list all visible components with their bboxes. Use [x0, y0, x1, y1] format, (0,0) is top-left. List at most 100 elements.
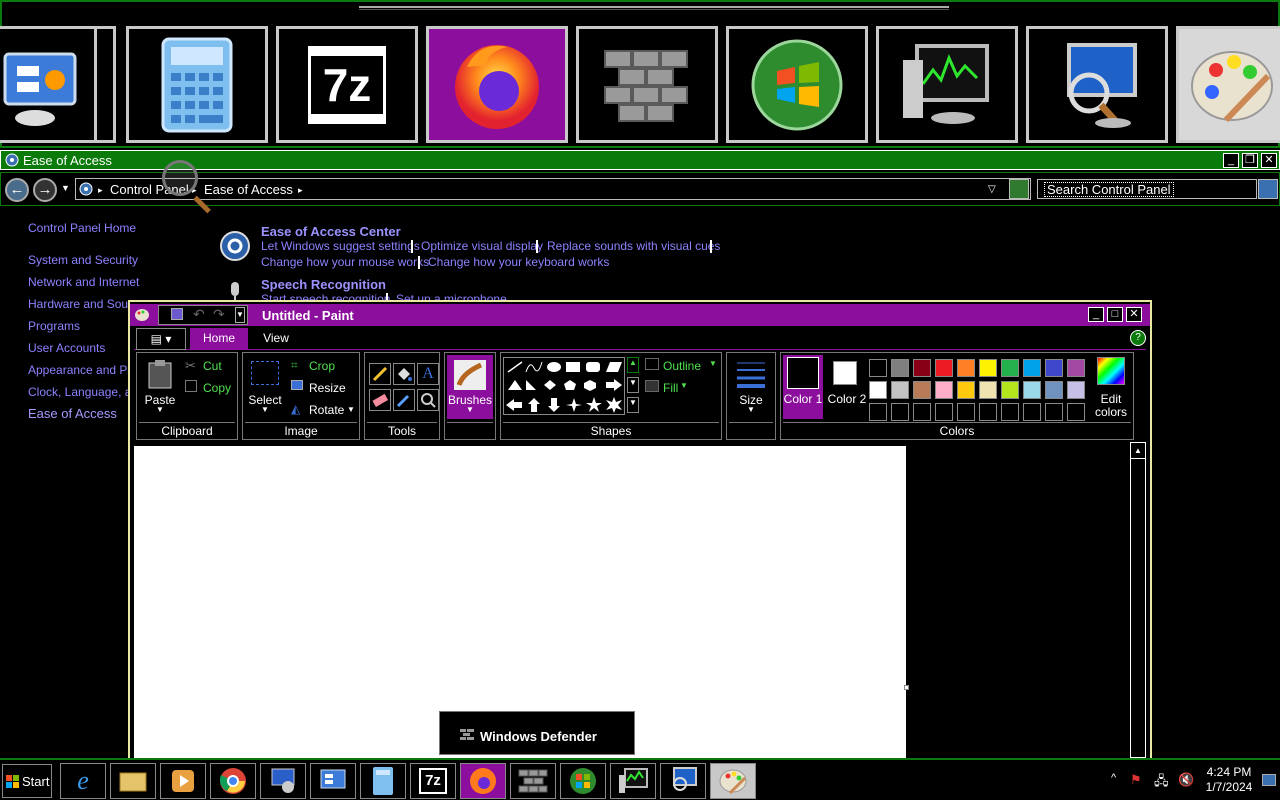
- text-tool-icon[interactable]: A: [417, 363, 439, 385]
- paint-close-button[interactable]: ✕: [1126, 307, 1142, 322]
- paste-dropdown[interactable]: ▼: [141, 405, 179, 414]
- brushes-dropdown[interactable]: ▼: [445, 405, 495, 414]
- vertical-scrollbar[interactable]: ▲: [1130, 442, 1146, 758]
- palette-swatch[interactable]: [1001, 359, 1019, 377]
- sidebar-item-home[interactable]: Control Panel Home: [28, 221, 136, 235]
- sidebar-item-system-security[interactable]: System and Security: [28, 253, 138, 267]
- shapes-scroll-down[interactable]: ▼: [627, 377, 639, 393]
- taskbar-internet-explorer[interactable]: e: [60, 763, 106, 799]
- sidebar-item-programs[interactable]: Programs: [28, 319, 80, 333]
- paint-titlebar[interactable]: ↶ ↷ ▼ Untitled - Paint _ □ ✕: [130, 304, 1150, 326]
- fill-bucket-icon[interactable]: [393, 363, 415, 385]
- palette-swatch[interactable]: [1045, 359, 1063, 377]
- forward-button[interactable]: →: [33, 178, 57, 202]
- search-icon[interactable]: [1258, 179, 1278, 199]
- fill-button[interactable]: Fill: [663, 381, 678, 395]
- link-replace-sounds[interactable]: Replace sounds with visual cues: [547, 239, 720, 253]
- color2-button[interactable]: Color 2: [827, 355, 867, 419]
- sidebar-item-clock[interactable]: Clock, Language, and Region: [28, 385, 128, 399]
- help-icon[interactable]: ?: [1130, 330, 1146, 346]
- thumb-paint[interactable]: [1176, 26, 1280, 143]
- minimize-button[interactable]: _: [1223, 153, 1239, 168]
- restore-button[interactable]: ❐: [1242, 153, 1258, 168]
- sidebar-item-appearance[interactable]: Appearance and Personalization: [28, 363, 128, 377]
- palette-swatch[interactable]: [979, 381, 997, 399]
- palette-empty-swatch[interactable]: [891, 403, 909, 421]
- thumb-firewall[interactable]: [576, 26, 718, 143]
- brushes-group[interactable]: Brushes ▼: [444, 352, 496, 440]
- link-keyboard[interactable]: Change how your keyboard works: [428, 255, 609, 269]
- select-dropdown[interactable]: ▼: [245, 405, 285, 414]
- taskbar-media-player[interactable]: [160, 763, 206, 799]
- link-mouse[interactable]: Change how your mouse works: [261, 255, 429, 269]
- fill-dropdown[interactable]: ▼: [680, 381, 688, 390]
- crop-button[interactable]: Crop: [309, 359, 335, 373]
- taskbar-control-panel[interactable]: [310, 763, 356, 799]
- shapes-expand[interactable]: ▼: [627, 397, 639, 413]
- back-button[interactable]: ←: [5, 178, 29, 202]
- taskbar-network[interactable]: [260, 763, 306, 799]
- rotate-button[interactable]: Rotate: [309, 403, 344, 417]
- size-group[interactable]: Size ▼: [726, 352, 776, 440]
- eraser-icon[interactable]: [369, 389, 391, 411]
- resize-button[interactable]: Resize: [309, 381, 346, 395]
- ease-of-access-center-title[interactable]: Ease of Access Center: [261, 224, 401, 239]
- thumb-performance-monitor[interactable]: [876, 26, 1018, 143]
- palette-empty-swatch[interactable]: [1045, 403, 1063, 421]
- palette-swatch[interactable]: [957, 381, 975, 399]
- switcher-scrollbar[interactable]: [359, 6, 949, 10]
- address-dropdown[interactable]: ▽: [988, 184, 996, 195]
- edit-colors-button[interactable]: Edit colors: [1091, 355, 1131, 419]
- show-hidden-icons-button[interactable]: ^: [1111, 772, 1116, 784]
- chevron-icon[interactable]: ▸: [298, 185, 303, 196]
- pencil-icon[interactable]: [369, 363, 391, 385]
- taskbar-remote-desktop[interactable]: [660, 763, 706, 799]
- sidebar-item-network[interactable]: Network and Internet: [28, 275, 139, 289]
- palette-swatch[interactable]: [1023, 359, 1041, 377]
- shapes-gallery[interactable]: [503, 357, 625, 415]
- speech-recognition-title[interactable]: Speech Recognition: [261, 277, 386, 292]
- paint-maximize-button[interactable]: □: [1107, 307, 1123, 322]
- rotate-dropdown[interactable]: ▼: [347, 405, 355, 414]
- chevron-icon[interactable]: ▸: [98, 185, 103, 196]
- palette-swatch[interactable]: [935, 359, 953, 377]
- sidebar-item-ease-of-access[interactable]: Ease of Access: [28, 406, 117, 421]
- scroll-up-arrow[interactable]: ▲: [1131, 443, 1145, 459]
- taskbar-firefox[interactable]: [460, 763, 506, 799]
- undo-icon[interactable]: ↶: [193, 306, 205, 323]
- thumb-7zip[interactable]: 7z: [276, 26, 418, 143]
- thumb-calculator[interactable]: [126, 26, 268, 143]
- customize-toolbar-dropdown[interactable]: ▼: [235, 307, 245, 323]
- link-suggest-settings[interactable]: Let Windows suggest settings: [261, 239, 420, 253]
- action-center-icon[interactable]: ⚑: [1130, 772, 1142, 788]
- taskbar-7zip[interactable]: 7z: [410, 763, 456, 799]
- tab-home[interactable]: Home: [190, 328, 248, 350]
- palette-empty-swatch[interactable]: [869, 403, 887, 421]
- shapes-scroll-up[interactable]: ▲: [627, 357, 639, 373]
- address-bar[interactable]: ▸ Control Panel ▸ Ease of Access ▸ ▽: [75, 178, 1031, 200]
- sidebar-item-user-accounts[interactable]: User Accounts: [28, 341, 105, 355]
- file-menu-button[interactable]: ▤ ▾: [136, 328, 186, 350]
- magnifier-tool-icon[interactable]: [417, 389, 439, 411]
- recent-pages-dropdown[interactable]: ▼: [61, 183, 70, 193]
- palette-swatch[interactable]: [891, 381, 909, 399]
- taskbar-calculator[interactable]: [360, 763, 406, 799]
- palette-swatch[interactable]: [1045, 381, 1063, 399]
- taskbar-performance-monitor[interactable]: [610, 763, 656, 799]
- breadcrumb-ease-of-access[interactable]: Ease of Access: [204, 182, 293, 197]
- palette-empty-swatch[interactable]: [957, 403, 975, 421]
- palette-empty-swatch[interactable]: [979, 403, 997, 421]
- paint-minimize-button[interactable]: _: [1088, 307, 1104, 322]
- palette-empty-swatch[interactable]: [935, 403, 953, 421]
- thumb-control-panel[interactable]: [0, 26, 100, 143]
- palette-empty-swatch[interactable]: [1023, 403, 1041, 421]
- start-button[interactable]: Start: [2, 764, 52, 798]
- palette-swatch[interactable]: [979, 359, 997, 377]
- taskbar-firewall[interactable]: [510, 763, 556, 799]
- show-desktop-button[interactable]: [1262, 774, 1276, 786]
- network-tray-icon[interactable]: 🖧: [1154, 772, 1169, 794]
- redo-icon[interactable]: ↷: [213, 306, 225, 323]
- cut-button[interactable]: Cut: [203, 359, 222, 373]
- volume-muted-icon[interactable]: 🔇: [1178, 772, 1194, 788]
- outline-dropdown[interactable]: ▼: [709, 359, 717, 368]
